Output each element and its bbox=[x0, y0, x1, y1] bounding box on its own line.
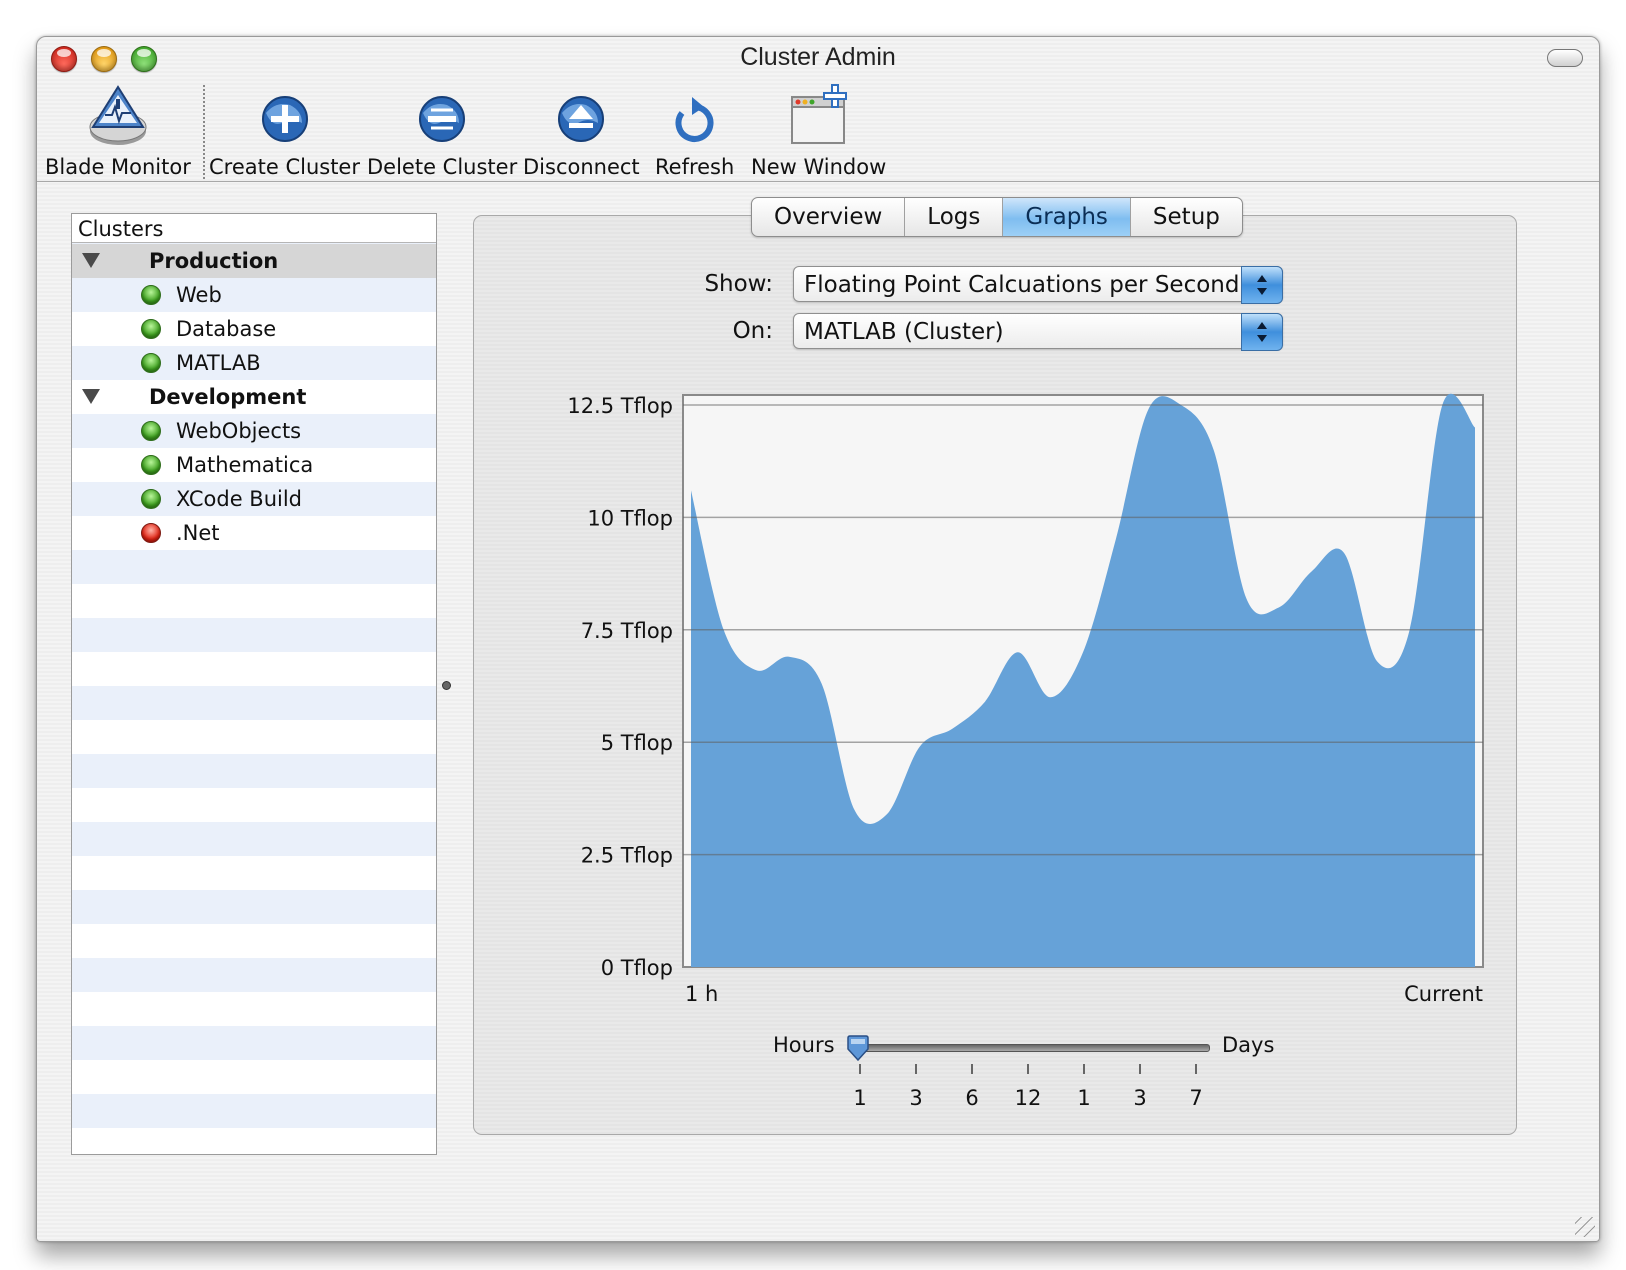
cluster-row-database[interactable]: Database bbox=[72, 312, 436, 346]
clusters-list[interactable]: Clusters Production Web Database MATLAB … bbox=[71, 213, 437, 1155]
blade-monitor-button[interactable]: Blade Monitor bbox=[45, 83, 191, 179]
refresh-label: Refresh bbox=[655, 155, 735, 179]
cluster-label: Database bbox=[176, 317, 277, 341]
on-label: On: bbox=[732, 318, 773, 344]
slider-tick bbox=[1195, 1064, 1197, 1074]
globe-eject-icon bbox=[558, 96, 605, 142]
y-tick-label: 0 Tflop bbox=[601, 956, 673, 980]
slider-tick bbox=[915, 1064, 917, 1074]
cluster-row-web[interactable]: Web bbox=[72, 278, 436, 312]
window-title: Cluster Admin bbox=[740, 43, 896, 71]
new-window-label: New Window bbox=[751, 155, 887, 179]
status-green-icon bbox=[141, 455, 161, 475]
cluster-label: Mathematica bbox=[176, 453, 314, 477]
disconnect-label: Disconnect bbox=[523, 155, 640, 179]
blade-monitor-label: Blade Monitor bbox=[45, 155, 191, 179]
toolbar-toggle-button[interactable] bbox=[1547, 49, 1583, 67]
slider-tick-label: 12 bbox=[1014, 1086, 1042, 1110]
on-popup[interactable]: MATLAB (Cluster) bbox=[793, 313, 1283, 351]
cluster-admin-window: Cluster Admin Blade Monitor Create Clust… bbox=[36, 36, 1600, 1242]
slider-min-label: Hours bbox=[773, 1033, 835, 1057]
group-label: Production bbox=[149, 249, 279, 273]
delete-cluster-label: Delete Cluster bbox=[367, 155, 518, 179]
slider-max-label: Days bbox=[1222, 1033, 1275, 1057]
toolbar: Blade Monitor Create Cluster Delete Clus… bbox=[37, 79, 1599, 182]
slider-tick bbox=[1139, 1064, 1141, 1074]
cluster-row-mathematica[interactable]: Mathematica bbox=[72, 448, 436, 482]
show-label: Show: bbox=[704, 271, 773, 297]
slider-tick-label: 3 bbox=[1133, 1086, 1147, 1110]
cluster-label: WebObjects bbox=[176, 419, 302, 443]
slider-tick-label: 6 bbox=[965, 1086, 979, 1110]
y-tick-label: 2.5 Tflop bbox=[581, 844, 673, 868]
slider-tick-label: 1 bbox=[853, 1086, 867, 1110]
resize-grip-icon[interactable] bbox=[1575, 1217, 1595, 1237]
popup-arrows-icon bbox=[1241, 266, 1283, 304]
cluster-row-dotnet[interactable]: .Net bbox=[72, 516, 436, 550]
disclosure-triangle-icon[interactable] bbox=[82, 389, 100, 404]
show-popup-value: Floating Point Calcuations per Second bbox=[804, 272, 1240, 298]
slider-tick bbox=[1027, 1064, 1029, 1074]
slider-tick bbox=[971, 1064, 973, 1074]
new-window-icon bbox=[790, 84, 847, 144]
cluster-label: XCode Build bbox=[176, 487, 303, 511]
group-row-development[interactable]: Development bbox=[72, 380, 436, 414]
status-green-icon bbox=[141, 353, 161, 373]
y-tick-label: 10 Tflop bbox=[587, 506, 673, 530]
slider-tick-label: 1 bbox=[1077, 1086, 1091, 1110]
on-popup-value: MATLAB (Cluster) bbox=[804, 319, 1004, 345]
slider-tick-label: 3 bbox=[909, 1086, 923, 1110]
tab-bar: Overview Logs Graphs Setup bbox=[751, 197, 1243, 237]
group-label: Development bbox=[149, 385, 307, 409]
slider-tick bbox=[1083, 1064, 1085, 1074]
status-green-icon bbox=[141, 489, 161, 509]
popup-arrows-icon bbox=[1241, 313, 1283, 351]
cluster-row-matlab[interactable]: MATLAB bbox=[72, 346, 436, 380]
slider-thumb-icon[interactable] bbox=[846, 1035, 870, 1061]
status-red-icon bbox=[141, 523, 161, 543]
toolbar-separator bbox=[203, 85, 205, 179]
cluster-row-webobjects[interactable]: WebObjects bbox=[72, 414, 436, 448]
disconnect-button[interactable]: Disconnect bbox=[523, 83, 640, 179]
split-view-handle[interactable] bbox=[442, 681, 451, 690]
disclosure-triangle-icon[interactable] bbox=[82, 253, 100, 268]
refresh-icon bbox=[675, 97, 714, 142]
clusters-header[interactable]: Clusters bbox=[72, 214, 436, 243]
delete-cluster-button[interactable]: Delete Cluster bbox=[367, 83, 517, 179]
globe-delete-icon bbox=[419, 96, 466, 142]
y-tick-label: 5 Tflop bbox=[601, 731, 673, 755]
cluster-label: Web bbox=[176, 283, 222, 307]
y-tick-label: 7.5 Tflop bbox=[581, 619, 673, 643]
new-window-button[interactable]: New Window bbox=[751, 83, 886, 179]
group-row-production[interactable]: Production bbox=[72, 244, 436, 278]
tab-graphs[interactable]: Graphs bbox=[1003, 198, 1131, 236]
status-green-icon bbox=[141, 285, 161, 305]
timescale-slider-track[interactable] bbox=[848, 1044, 1210, 1052]
refresh-button[interactable]: Refresh bbox=[655, 83, 734, 179]
x-end-label: Current bbox=[1404, 982, 1483, 1006]
x-start-label: 1 h bbox=[685, 982, 718, 1006]
title-bar[interactable]: Cluster Admin bbox=[37, 37, 1599, 79]
tab-setup[interactable]: Setup bbox=[1131, 198, 1242, 236]
slider-tick bbox=[859, 1064, 861, 1074]
slider-tick-label: 7 bbox=[1189, 1086, 1203, 1110]
show-popup[interactable]: Floating Point Calcuations per Second bbox=[793, 266, 1283, 304]
tab-overview[interactable]: Overview bbox=[752, 198, 906, 236]
cluster-label: .Net bbox=[176, 521, 220, 545]
status-green-icon bbox=[141, 421, 161, 441]
create-cluster-label: Create Cluster bbox=[209, 155, 360, 179]
cluster-row-xcode-build[interactable]: XCode Build bbox=[72, 482, 436, 516]
y-tick-label: 12.5 Tflop bbox=[567, 394, 673, 418]
tab-logs[interactable]: Logs bbox=[905, 198, 1004, 236]
create-cluster-button[interactable]: Create Cluster bbox=[209, 83, 360, 179]
flops-area-chart: 0 Tflop 2.5 Tflop 5 Tflop 7.5 Tflop 10 Tflop… bbox=[567, 393, 1484, 1006]
globe-add-icon bbox=[261, 96, 308, 142]
warning-monitor-icon bbox=[89, 85, 147, 145]
cluster-label: MATLAB bbox=[176, 351, 261, 375]
status-green-icon bbox=[141, 319, 161, 339]
